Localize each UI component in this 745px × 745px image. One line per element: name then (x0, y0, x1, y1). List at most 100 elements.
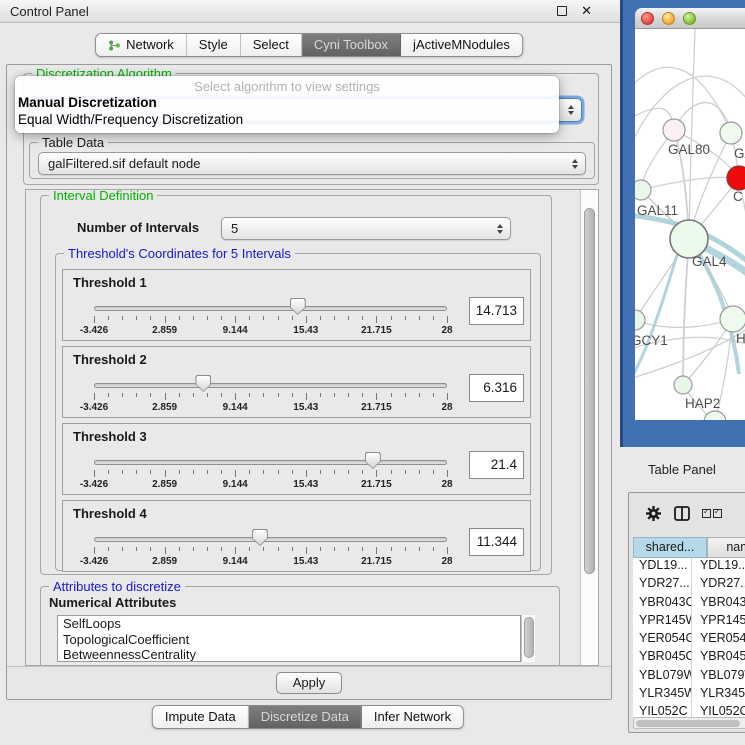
network-window-titlebar[interactable] (635, 8, 745, 29)
h-scrollbar-thumb[interactable] (636, 720, 740, 727)
table-row[interactable]: YBL079WYBL079W (633, 668, 745, 686)
numerical-attribute-item[interactable]: BetweennessCentrality (58, 647, 520, 662)
algorithm-popup-item-equal-width[interactable]: Equal Width/Frequency Discretization (15, 111, 559, 128)
table-panel: Table Panel shared... name YDL19.. (620, 447, 745, 745)
network-node[interactable] (720, 306, 745, 332)
tab-style[interactable]: Style (187, 34, 241, 56)
network-node-label: GAL80 (668, 142, 710, 157)
threshold-3-value-field[interactable]: 21.4 (469, 451, 524, 479)
tab-impute-data[interactable]: Impute Data (153, 706, 249, 728)
network-node[interactable] (704, 411, 726, 420)
numerical-attribute-item[interactable]: TopologicalCoefficient (58, 632, 520, 648)
slider-scale-label: 2.859 (140, 479, 190, 490)
cell-shared-name[interactable]: YBL079W (633, 668, 692, 686)
threshold-1-slider-track[interactable] (94, 306, 447, 311)
network-node[interactable] (663, 119, 685, 141)
tab-infer-network[interactable]: Infer Network (362, 706, 463, 728)
threshold-3-slider-thumb[interactable] (365, 452, 381, 469)
table-row[interactable]: YLR345WYLR345W (633, 686, 745, 704)
attributes-list-scrollbar[interactable] (521, 615, 535, 662)
tab-select[interactable]: Select (241, 34, 302, 56)
slider-scale-label: 2.859 (140, 402, 190, 413)
numerical-attribute-item[interactable]: SelfLoops (58, 616, 520, 632)
number-of-intervals-label: Number of Intervals (77, 220, 199, 235)
window-close-button[interactable] (641, 12, 654, 25)
numerical-attributes-list[interactable]: SelfLoopsTopologicalCoefficientBetweenne… (57, 615, 521, 662)
gear-icon[interactable] (645, 505, 662, 522)
network-canvas[interactable]: GAL80GACGAL11GAL4GCY1HHAP2 (635, 29, 745, 420)
threshold-4-slider-thumb[interactable] (252, 529, 268, 546)
cell-shared-name[interactable]: YER054C (633, 631, 692, 649)
slider-scale-label: 28 (422, 325, 472, 336)
table-row[interactable]: YIL052CYIL052C (633, 704, 745, 717)
cell-name[interactable]: YBR045C (692, 649, 745, 667)
network-edge[interactable] (683, 239, 689, 385)
tab-jactivemnodules[interactable]: jActiveMNodules (401, 34, 522, 56)
network-node[interactable] (720, 122, 742, 144)
cell-name[interactable]: YDL19... (692, 558, 745, 576)
cell-name[interactable]: YBR043C (692, 595, 745, 613)
cell-name[interactable]: YPR145W (692, 613, 745, 631)
table-horizontal-scrollbar[interactable] (633, 717, 745, 729)
thresholds-group: Threshold's Coordinates for 5 Intervals … (55, 253, 541, 571)
cell-shared-name[interactable]: YLR345W (633, 686, 692, 704)
column-visibility-icons[interactable] (702, 509, 722, 518)
table-row[interactable]: YPR145WYPR145W (633, 613, 745, 631)
cell-name[interactable]: YIL052C (692, 704, 745, 717)
network-node[interactable] (635, 180, 651, 200)
cell-shared-name[interactable]: YPR145W (633, 613, 692, 631)
threshold-2-slider-track[interactable] (94, 383, 447, 388)
network-node-label: GAL4 (692, 254, 727, 269)
network-node[interactable] (674, 376, 692, 394)
threshold-1-value-field[interactable]: 14.713 (469, 297, 524, 325)
table-row[interactable]: YDL19...YDL19... (633, 558, 745, 576)
tab-network[interactable]: Network (96, 34, 187, 56)
table-row[interactable]: YBR045CYBR045C (633, 649, 745, 667)
cell-name[interactable]: YBL079W (692, 668, 745, 686)
window-zoom-button[interactable] (683, 12, 696, 25)
network-node[interactable] (635, 310, 645, 330)
threshold-2-slider-thumb[interactable] (195, 375, 211, 392)
apply-button[interactable]: Apply (276, 672, 342, 694)
table-row[interactable]: YER054CYER054C (633, 631, 745, 649)
column-header-shared-name[interactable]: shared... (633, 537, 707, 558)
cell-shared-name[interactable]: YDR27... (633, 576, 692, 594)
slider-scale-label: 21.715 (351, 402, 401, 413)
network-node[interactable] (727, 166, 745, 190)
split-view-icon[interactable] (674, 506, 690, 521)
threshold-4-value-field[interactable]: 11.344 (469, 528, 524, 556)
network-edge[interactable] (689, 29, 695, 239)
slider-scale-label: 15.43 (281, 479, 331, 490)
cell-name[interactable]: YDR27... (692, 576, 745, 594)
threshold-3-slider-track[interactable] (94, 460, 447, 465)
slider-scale-label: -3.426 (69, 479, 119, 490)
cell-name[interactable]: YLR345W (692, 686, 745, 704)
control-panel-tab-bar: Network Style Select Cyni Toolbox jActiv… (95, 33, 523, 57)
float-window-icon[interactable] (557, 6, 567, 16)
tab-cyni-toolbox[interactable]: Cyni Toolbox (302, 34, 401, 56)
threshold-4-slider-track[interactable] (94, 537, 447, 542)
number-of-intervals-combo[interactable]: 5 (221, 217, 511, 240)
cell-name[interactable]: YER054C (692, 631, 745, 649)
settings-scrollbar-thumb[interactable] (584, 208, 595, 574)
threshold-2-value-field[interactable]: 6.316 (469, 374, 524, 402)
window-minimize-button[interactable] (662, 12, 675, 25)
tab-discretize-data[interactable]: Discretize Data (249, 706, 362, 728)
table-data-group: Table Data galFiltered.sif default node (29, 142, 595, 179)
threshold-1-slider-thumb[interactable] (290, 298, 306, 315)
table-toolbar (629, 493, 745, 533)
attributes-scrollbar-thumb[interactable] (524, 617, 534, 658)
slider-scale-label: 28 (422, 556, 472, 567)
cell-shared-name[interactable]: YIL052C (633, 704, 692, 717)
table-row[interactable]: YBR043CYBR043C (633, 595, 745, 613)
table-row[interactable]: YDR27...YDR27... (633, 576, 745, 594)
close-icon[interactable]: ✕ (581, 6, 592, 16)
cell-shared-name[interactable]: YDL19... (633, 558, 692, 576)
settings-panel-scrollbar[interactable] (580, 190, 598, 665)
table-data-combo[interactable]: galFiltered.sif default node (38, 152, 586, 175)
column-header-name[interactable]: name (707, 537, 745, 558)
cell-shared-name[interactable]: YBR043C (633, 595, 692, 613)
network-node[interactable] (670, 220, 708, 258)
algorithm-popup-item-manual[interactable]: Manual Discretization (15, 94, 559, 111)
cell-shared-name[interactable]: YBR045C (633, 649, 692, 667)
